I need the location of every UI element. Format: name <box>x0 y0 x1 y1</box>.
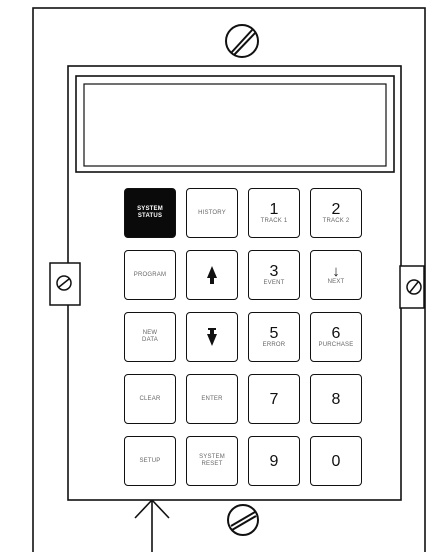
program-label: PROGRAM <box>133 271 167 278</box>
top-screw-icon <box>225 24 259 58</box>
key-8-digit: 8 <box>331 390 341 408</box>
program-key[interactable]: PROGRAM <box>124 250 176 300</box>
pointer-arrow-icon <box>134 499 170 552</box>
key-2-digit: 2 <box>331 201 341 218</box>
next-sublabel: NEXT <box>327 279 345 285</box>
key-9[interactable]: 9 <box>248 436 300 486</box>
system-reset-label: SYSTEM RESET <box>199 454 225 467</box>
clear-label: CLEAR <box>139 395 161 402</box>
key-0[interactable]: 0 <box>310 436 362 486</box>
key-3[interactable]: 3 EVENT <box>248 250 300 300</box>
key-0-digit: 0 <box>331 452 341 470</box>
key-3-sublabel: EVENT <box>263 280 285 286</box>
up-arrow-icon <box>207 266 217 284</box>
new-data-key[interactable]: NEW DATA <box>124 312 176 362</box>
key-6-sublabel: PURCHASE <box>318 342 354 348</box>
key-6-digit: 6 <box>331 325 341 342</box>
key-5[interactable]: 5 ERROR <box>248 312 300 362</box>
system-status-key[interactable]: SYSTEM STATUS <box>124 188 176 238</box>
key-1-sublabel: TRACK 1 <box>260 218 288 224</box>
down-arrow-glyph: ↓ <box>332 263 340 280</box>
keypad-panel-diagram: SYSTEM STATUS HISTORY 1 TRACK 1 2 TRACK … <box>0 0 428 552</box>
key-6[interactable]: 6 PURCHASE <box>310 312 362 362</box>
history-label: HISTORY <box>198 209 226 216</box>
key-2[interactable]: 2 TRACK 2 <box>310 188 362 238</box>
key-5-digit: 5 <box>269 325 279 342</box>
key-7-digit: 7 <box>269 390 279 408</box>
enter-label: ENTER <box>201 395 223 402</box>
system-status-label: SYSTEM STATUS <box>137 206 163 219</box>
bottom-screw-icon <box>227 504 259 536</box>
down-arrow-icon <box>207 328 217 346</box>
key-1[interactable]: 1 TRACK 1 <box>248 188 300 238</box>
key-8[interactable]: 8 <box>310 374 362 424</box>
setup-key[interactable]: SETUP <box>124 436 176 486</box>
history-key[interactable]: HISTORY <box>186 188 238 238</box>
clear-key[interactable]: CLEAR <box>124 374 176 424</box>
display-bezel <box>75 75 395 173</box>
display-screen <box>83 83 387 167</box>
right-screw-icon <box>406 279 422 295</box>
left-screw-icon <box>56 275 72 291</box>
next-key[interactable]: ↓ NEXT <box>310 250 362 300</box>
down-arrow-key[interactable] <box>186 312 238 362</box>
key-9-digit: 9 <box>269 452 279 470</box>
setup-label: SETUP <box>139 457 161 464</box>
key-2-sublabel: TRACK 2 <box>322 218 350 224</box>
enter-key[interactable]: ENTER <box>186 374 238 424</box>
system-reset-key[interactable]: SYSTEM RESET <box>186 436 238 486</box>
key-3-digit: 3 <box>269 263 279 280</box>
new-data-label: NEW DATA <box>142 330 158 343</box>
up-arrow-key[interactable] <box>186 250 238 300</box>
key-1-digit: 1 <box>269 201 279 218</box>
key-7[interactable]: 7 <box>248 374 300 424</box>
key-5-sublabel: ERROR <box>262 342 286 348</box>
